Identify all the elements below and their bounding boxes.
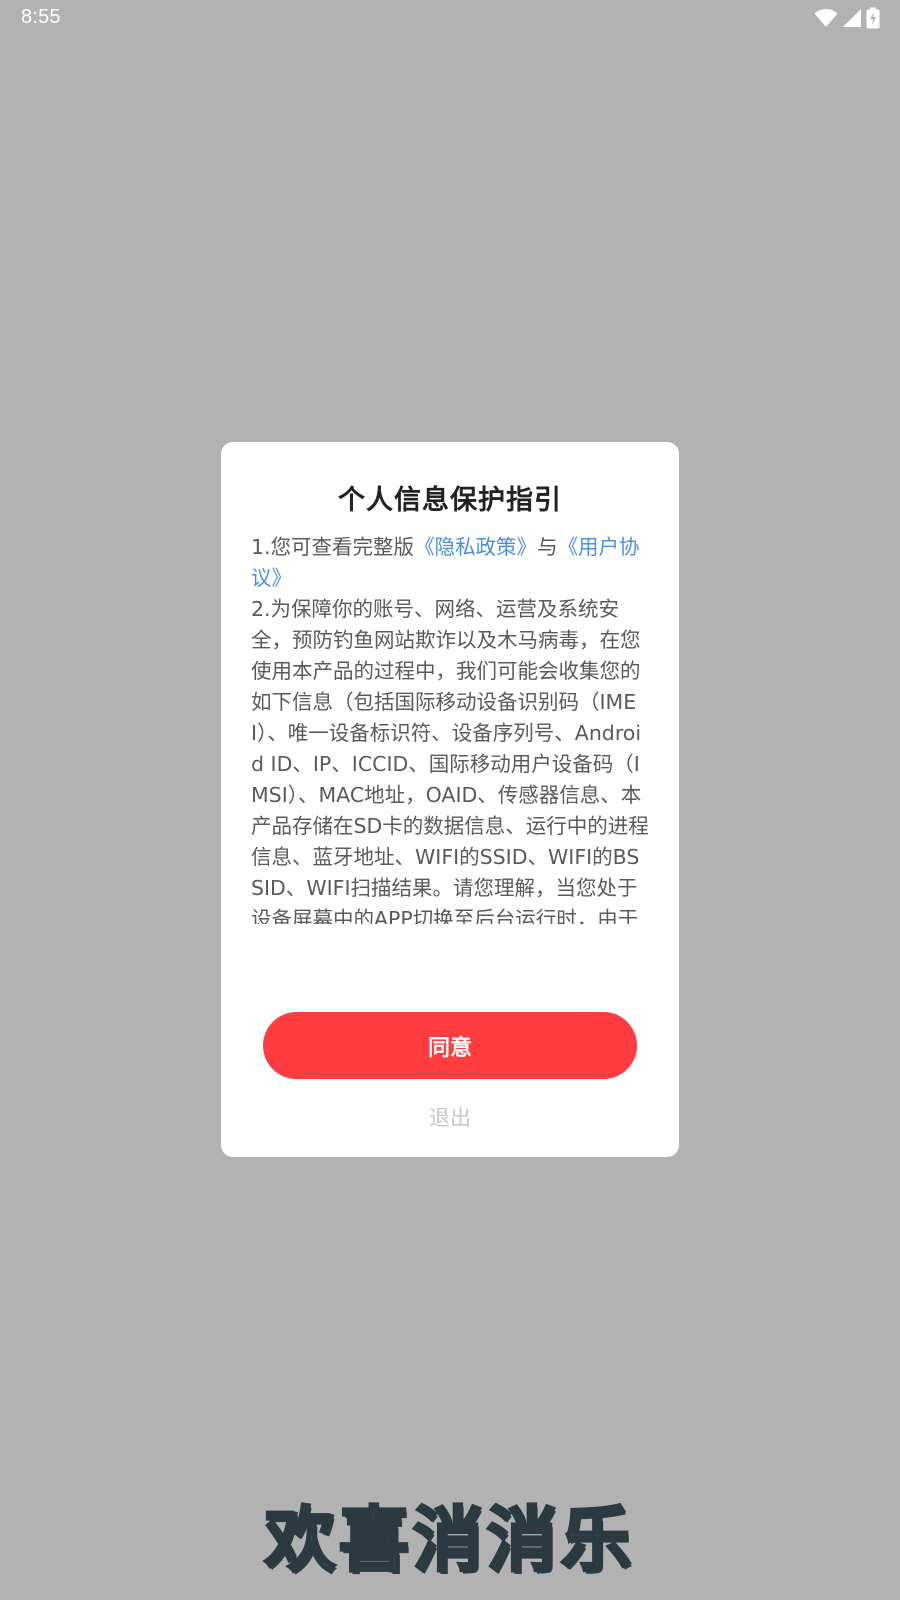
agree-button[interactable]: 同意	[263, 1012, 637, 1079]
status-icons	[814, 7, 880, 29]
paragraph-1-prefix: 1.您可查看完整版	[251, 535, 415, 559]
dialog-title: 个人信息保护指引	[338, 485, 562, 516]
dialog-content[interactable]: 1.您可查看完整版《隐私政策》与《用户协议》 2.为保障你的账号、网络、运营及系…	[251, 532, 651, 924]
app-name-logo: 欢喜消消乐	[264, 1498, 635, 1583]
battery-charging-icon	[866, 7, 880, 29]
exit-button[interactable]: 退出	[351, 1097, 549, 1137]
privacy-dialog: 个人信息保护指引 1.您可查看完整版《隐私政策》与《用户协议》 2.为保障你的账…	[221, 442, 679, 1157]
paragraph-2: 2.为保障你的账号、网络、运营及系统安全，预防钓鱼网站欺诈以及木马病毒，在您使用…	[251, 597, 649, 924]
paragraph-1-middle: 与	[537, 535, 558, 559]
paragraph-1: 1.您可查看完整版《隐私政策》与《用户协议》	[251, 532, 651, 594]
privacy-policy-link[interactable]: 《隐私政策》	[414, 535, 537, 559]
wifi-icon	[814, 8, 838, 28]
status-time: 8:55	[21, 6, 61, 28]
status-bar: 8:55	[0, 0, 900, 36]
signal-icon	[842, 8, 862, 28]
